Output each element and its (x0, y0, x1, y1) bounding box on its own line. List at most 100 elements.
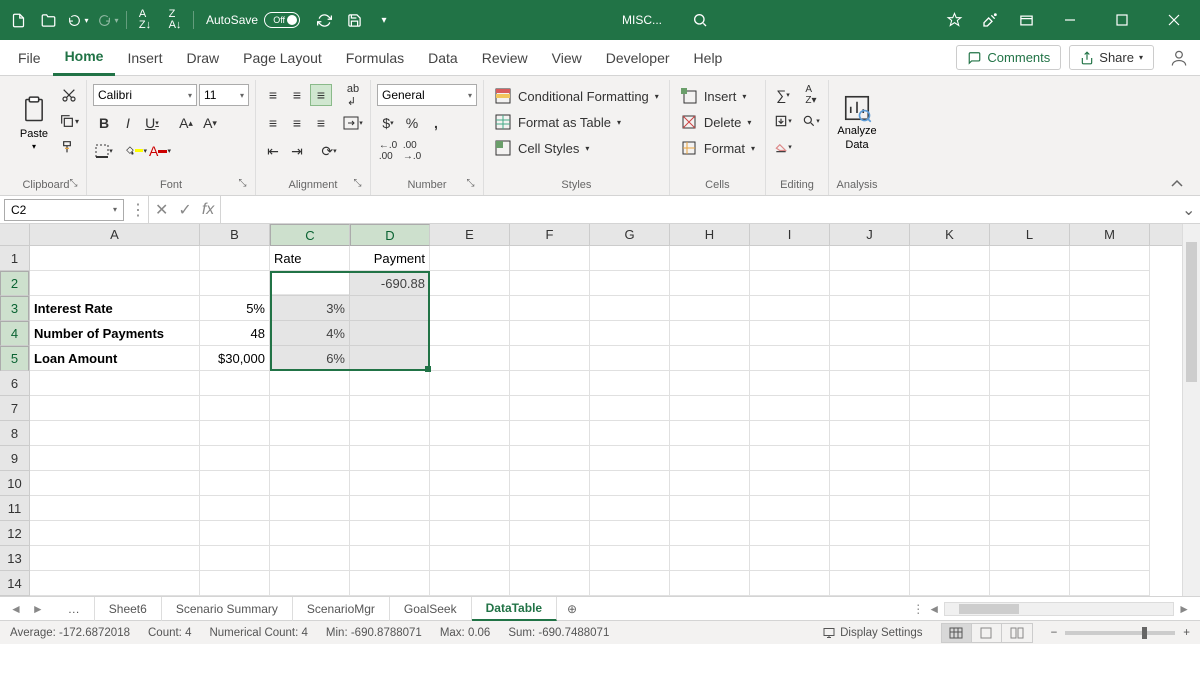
fill-icon[interactable]: ▾ (772, 110, 794, 132)
decrease-indent-icon[interactable]: ⇤ (262, 140, 284, 162)
cell-J14[interactable] (830, 571, 910, 596)
align-bottom-icon[interactable]: ≡ (310, 84, 332, 106)
row-header-11[interactable]: 11 (0, 496, 29, 521)
cell-K4[interactable] (910, 321, 990, 346)
cell-F1[interactable] (510, 246, 590, 271)
select-all-corner[interactable] (0, 224, 30, 246)
sheet-tab-more[interactable]: … (54, 597, 95, 621)
cell-H9[interactable] (670, 446, 750, 471)
column-header-D[interactable]: D (350, 224, 430, 246)
cell-B2[interactable] (200, 271, 270, 296)
cell-E13[interactable] (430, 546, 510, 571)
fx-icon[interactable]: fx (202, 201, 214, 219)
cell-G3[interactable] (590, 296, 670, 321)
open-file-icon[interactable] (34, 6, 62, 34)
sheet-tab-goalseek[interactable]: GoalSeek (390, 597, 472, 621)
zoom-in-icon[interactable]: + (1183, 627, 1190, 639)
cell-G2[interactable] (590, 271, 670, 296)
cell-J3[interactable] (830, 296, 910, 321)
name-box[interactable]: C2▾ (4, 199, 124, 221)
cell-H2[interactable] (670, 271, 750, 296)
cell-H1[interactable] (670, 246, 750, 271)
cell-D6[interactable] (350, 371, 430, 396)
cell-A11[interactable] (30, 496, 200, 521)
sheet-nav-prev-icon[interactable]: ◄ (10, 602, 22, 616)
cell-H4[interactable] (670, 321, 750, 346)
autosave-toggle[interactable]: Off (264, 12, 300, 28)
cell-E3[interactable] (430, 296, 510, 321)
italic-icon[interactable]: I (117, 112, 139, 134)
cell-K1[interactable] (910, 246, 990, 271)
cell-J11[interactable] (830, 496, 910, 521)
sort-desc-icon[interactable]: ZA↓ (161, 6, 189, 34)
cell-E5[interactable] (430, 346, 510, 371)
cell-M12[interactable] (1070, 521, 1150, 546)
tab-home[interactable]: Home (53, 40, 116, 76)
cell-A6[interactable] (30, 371, 200, 396)
column-header-J[interactable]: J (830, 224, 910, 245)
collapse-ribbon-icon[interactable] (1160, 80, 1194, 195)
cell-F6[interactable] (510, 371, 590, 396)
tab-insert[interactable]: Insert (115, 40, 174, 76)
paste-button[interactable]: Paste▾ (12, 84, 56, 160)
cell-D4[interactable] (350, 321, 430, 346)
column-header-C[interactable]: C (270, 224, 350, 246)
cell-A7[interactable] (30, 396, 200, 421)
cell-L5[interactable] (990, 346, 1070, 371)
cell-M9[interactable] (1070, 446, 1150, 471)
cell-I10[interactable] (750, 471, 830, 496)
cell-M11[interactable] (1070, 496, 1150, 521)
cell-G14[interactable] (590, 571, 670, 596)
cell-I13[interactable] (750, 546, 830, 571)
merge-icon[interactable]: ▾ (342, 112, 364, 134)
cell-B12[interactable] (200, 521, 270, 546)
tab-data[interactable]: Data (416, 40, 470, 76)
cell-M13[interactable] (1070, 546, 1150, 571)
cell-I9[interactable] (750, 446, 830, 471)
display-settings-button[interactable]: Display Settings (822, 627, 922, 639)
cell-L7[interactable] (990, 396, 1070, 421)
premium-icon[interactable] (940, 6, 968, 34)
cell-M7[interactable] (1070, 396, 1150, 421)
row-header-9[interactable]: 9 (0, 446, 29, 471)
cell-C12[interactable] (270, 521, 350, 546)
align-top-icon[interactable]: ≡ (262, 84, 284, 106)
cell-I4[interactable] (750, 321, 830, 346)
cell-L10[interactable] (990, 471, 1070, 496)
cell-A1[interactable] (30, 246, 200, 271)
cell-J5[interactable] (830, 346, 910, 371)
account-icon[interactable] (1164, 43, 1194, 73)
cell-I8[interactable] (750, 421, 830, 446)
column-header-E[interactable]: E (430, 224, 510, 245)
cell-L2[interactable] (990, 271, 1070, 296)
cell-B11[interactable] (200, 496, 270, 521)
horizontal-scrollbar[interactable] (944, 602, 1174, 616)
row-header-13[interactable]: 13 (0, 546, 29, 571)
align-right-icon[interactable]: ≡ (310, 112, 332, 134)
qat-customize-icon[interactable]: ▾ (370, 6, 398, 34)
cell-A13[interactable] (30, 546, 200, 571)
clear-icon[interactable]: ▾ (772, 136, 794, 158)
cell-K11[interactable] (910, 496, 990, 521)
cell-E2[interactable] (430, 271, 510, 296)
cell-G13[interactable] (590, 546, 670, 571)
cell-C10[interactable] (270, 471, 350, 496)
cell-M1[interactable] (1070, 246, 1150, 271)
cell-L1[interactable] (990, 246, 1070, 271)
cell-C3[interactable]: 3% (270, 296, 350, 321)
cell-F13[interactable] (510, 546, 590, 571)
column-header-M[interactable]: M (1070, 224, 1150, 245)
cell-M10[interactable] (1070, 471, 1150, 496)
cell-B5[interactable]: $30,000 (200, 346, 270, 371)
cancel-formula-icon[interactable]: ✕ (155, 200, 168, 220)
find-select-icon[interactable]: ▾ (800, 110, 822, 132)
format-painter-icon[interactable] (58, 136, 80, 158)
cell-I5[interactable] (750, 346, 830, 371)
cell-A2[interactable] (30, 271, 200, 296)
cell-F3[interactable] (510, 296, 590, 321)
cell-F2[interactable] (510, 271, 590, 296)
wrap-text-icon[interactable]: ab↲ (342, 84, 364, 106)
cell-B7[interactable] (200, 396, 270, 421)
cell-G6[interactable] (590, 371, 670, 396)
cell-D2[interactable]: -690.88 (350, 271, 430, 296)
